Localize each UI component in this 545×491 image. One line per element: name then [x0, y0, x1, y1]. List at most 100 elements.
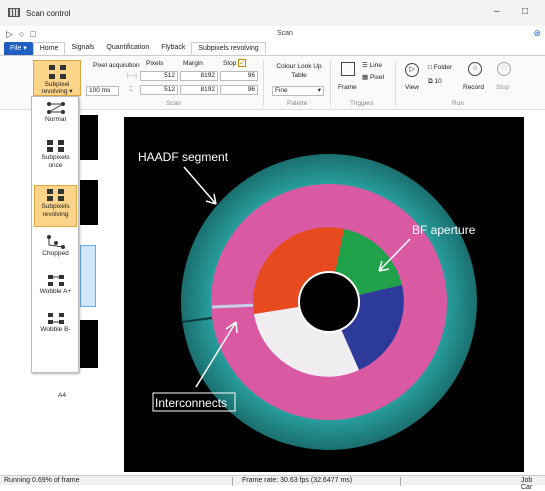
stop-circle-icon[interactable]: ○ [19, 29, 24, 39]
haadf-arrow [183, 166, 217, 205]
chopped-icon [46, 235, 65, 249]
ribbon: Pixel acquisition 100 ms Pixels Margin S… [0, 56, 545, 110]
title-bar: Scan control – □ [0, 0, 545, 26]
separator [263, 60, 264, 106]
status-bar: Running 0.69% of frame Frame rate: 30.63… [0, 475, 545, 491]
status-running: Running 0.69% of frame [4, 477, 80, 484]
separator [395, 60, 396, 106]
stop-checkbox[interactable]: ✓ [238, 59, 246, 67]
stop-header: Stop [223, 60, 237, 67]
view-play-icon[interactable]: ▷ [405, 63, 419, 77]
horizontal-icon: |—| [127, 72, 137, 79]
menu-item-wobble-a[interactable]: Wobble A+ [34, 271, 77, 305]
h-stop-input[interactable]: 96 [220, 71, 258, 81]
colour-lut-select[interactable]: Fine ▾ [272, 86, 324, 96]
pixel-acq-label: Pixel acquisition [93, 62, 140, 69]
bf-aperture-circle [298, 271, 360, 333]
pixel-icon: ▦ [362, 74, 370, 81]
line-option[interactable]: ☰ Line [362, 61, 382, 69]
thumbnail-label: A4 [58, 392, 66, 399]
tab-file[interactable]: File ▾ [4, 42, 33, 55]
tab-quantification[interactable]: Quantification [100, 42, 155, 55]
square-icon[interactable]: □ [30, 29, 35, 39]
pixel-label: Pixel [369, 74, 385, 81]
group-run-label: Run [452, 100, 464, 107]
brand-logo-icon: ⊛ [533, 28, 541, 38]
group-palette-label: Palette [287, 100, 308, 107]
line-label: Line [369, 62, 382, 69]
wobble-a-icon [47, 275, 64, 286]
margin-header: Margin [183, 60, 203, 67]
group-scan-label: Scan [166, 100, 181, 107]
menu-item-subpixels-revolving[interactable]: Subpixels revolving [34, 185, 77, 227]
scan-image[interactable]: HAADF segment BF aperture Interconnects [124, 117, 524, 472]
quick-access-toolbar: ▷ ○ □ Scan ⊛ [0, 26, 545, 42]
thumbnail-selected[interactable] [80, 245, 96, 307]
group-triggers-label: Triggers [350, 100, 374, 107]
thumbnail[interactable] [80, 180, 98, 225]
bf-aperture-label: BF aperture [412, 223, 476, 237]
h-pixels-input[interactable]: 512 [140, 71, 178, 81]
menu-item-label: Chopped [42, 250, 69, 257]
status-job: Job Car [521, 477, 533, 491]
view-button[interactable]: View [405, 84, 419, 91]
frame-icon [341, 62, 355, 76]
wobble-b-icon [47, 313, 64, 324]
tab-flyback[interactable]: Flyback [155, 42, 191, 55]
v-margin-input[interactable]: 8192 [180, 85, 218, 95]
pixel-option[interactable]: ▦ Pixel [362, 73, 384, 81]
folder-label: Folder [433, 64, 453, 71]
subpixels-once-icon [46, 140, 64, 152]
tab-home[interactable]: Home [32, 42, 66, 55]
scan-mode-label: Subpixel revolving ▾ [41, 81, 73, 95]
folder-option[interactable]: □ Folder [428, 64, 452, 71]
minimize-button[interactable]: – [494, 6, 500, 17]
haadf-label: HAADF segment [138, 150, 229, 164]
colour-lut-label: Colour Look Up Table [276, 63, 322, 79]
detector-image [152, 154, 477, 450]
v-stop-input[interactable]: 96 [220, 85, 258, 95]
interconnects-label: Interconnects [155, 396, 228, 410]
pixel-acq-input[interactable]: 100 ms [86, 86, 119, 96]
stop-square-icon[interactable]: □ [497, 62, 511, 76]
tab-subpixels-revolving[interactable]: Subpixels revolving [191, 42, 266, 55]
count-value: 10 [434, 78, 442, 85]
menu-item-label: Subpixels revolving [41, 203, 70, 218]
record-button[interactable]: Record [463, 84, 484, 91]
tab-signals[interactable]: Signals [65, 42, 100, 55]
scan-mode-dropdown[interactable]: Subpixel revolving ▾ [33, 60, 81, 96]
menu-item-chopped[interactable]: Chopped [34, 233, 77, 267]
menu-item-normal[interactable]: Normal [34, 99, 77, 133]
pixels-header: Pixels [146, 60, 164, 67]
menu-item-wobble-b[interactable]: Wobble B- [34, 309, 77, 343]
colour-value: Fine [275, 87, 288, 94]
v-pixels-input[interactable]: 512 [140, 85, 178, 95]
app-icon [8, 8, 20, 17]
h-margin-input[interactable]: 8192 [180, 71, 218, 81]
play-icon[interactable]: ▷ [6, 29, 13, 40]
line-icon: ☰ [362, 62, 370, 69]
menu-item-label: Wobble A+ [39, 288, 72, 295]
vertical-icon: ⌶ [129, 86, 133, 93]
maximize-button[interactable]: □ [522, 6, 528, 17]
thumbnail[interactable] [80, 320, 98, 368]
scan-mode-menu: Normal Subpixels once Subpixels revolvin… [31, 96, 79, 373]
window-title: Scan control [26, 9, 71, 18]
record-icon[interactable]: ○ [468, 62, 482, 76]
stop-button[interactable]: Stop [496, 84, 509, 91]
scan-title: Scan [277, 30, 293, 37]
chevron-down-icon: ▾ [317, 87, 321, 94]
count-option[interactable]: ⧉ 10 [428, 78, 442, 86]
menu-item-subpixels-once[interactable]: Subpixels once [34, 137, 77, 181]
menu-item-label: Normal [45, 116, 66, 123]
status-frame-rate: Frame rate: 30.63 fps (32.6477 ms) [242, 477, 353, 484]
separator [330, 60, 331, 106]
menu-item-label: Subpixels once [41, 154, 70, 169]
normal-scan-icon [46, 102, 65, 114]
frame-button[interactable]: Frame [338, 84, 357, 91]
ribbon-tabs: File ▾ Home Signals Quantification Flyba… [0, 42, 545, 56]
subpixels-revolving-icon [49, 65, 66, 79]
menu-item-label: Wobble B- [40, 326, 71, 333]
thumbnail[interactable] [80, 115, 98, 160]
subpixels-revolving-icon [46, 189, 64, 201]
